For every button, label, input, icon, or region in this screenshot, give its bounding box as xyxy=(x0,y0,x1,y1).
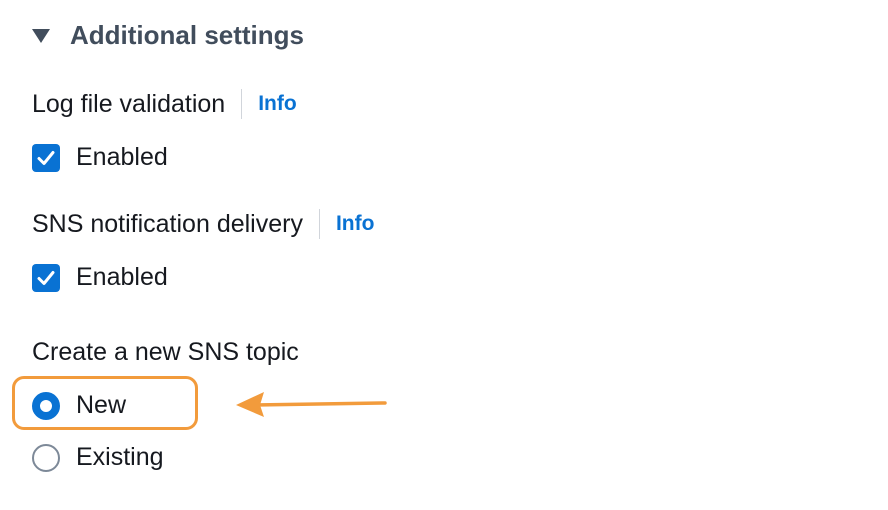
sns-notification-info-link[interactable]: Info xyxy=(336,212,374,236)
sns-notification-checkbox-row[interactable]: Enabled xyxy=(32,263,168,292)
checkmark-icon xyxy=(37,150,55,165)
radio-existing-label: Existing xyxy=(76,443,164,471)
caret-down-icon xyxy=(32,29,50,43)
log-file-validation-label: Log file validation xyxy=(32,89,226,118)
label-divider xyxy=(318,209,320,239)
sns-notification-enabled-label: Enabled xyxy=(76,263,168,291)
log-file-validation-checkbox[interactable] xyxy=(32,143,60,172)
section-title: Additional settings xyxy=(70,20,304,50)
sns-topic-header: Create a new SNS topic xyxy=(32,338,299,367)
arrow-left-icon xyxy=(236,392,387,417)
sns-notification-header: SNS notification delivery Info xyxy=(32,209,374,239)
annotation-highlight-box xyxy=(12,376,198,430)
radio-option-existing[interactable]: Existing xyxy=(32,443,164,472)
sns-notification-checkbox[interactable] xyxy=(32,263,60,292)
log-file-validation-enabled-label: Enabled xyxy=(76,143,168,171)
additional-settings-toggle[interactable]: Additional settings xyxy=(32,20,304,51)
sns-topic-label: Create a new SNS topic xyxy=(32,338,299,366)
checkmark-icon xyxy=(37,270,55,285)
log-file-validation-header: Log file validation Info xyxy=(32,89,297,119)
sns-notification-label: SNS notification delivery xyxy=(32,209,303,238)
log-file-validation-info-link[interactable]: Info xyxy=(258,92,296,116)
radio-existing[interactable] xyxy=(32,443,60,472)
label-divider xyxy=(241,89,243,119)
log-file-validation-checkbox-row[interactable]: Enabled xyxy=(32,143,168,172)
